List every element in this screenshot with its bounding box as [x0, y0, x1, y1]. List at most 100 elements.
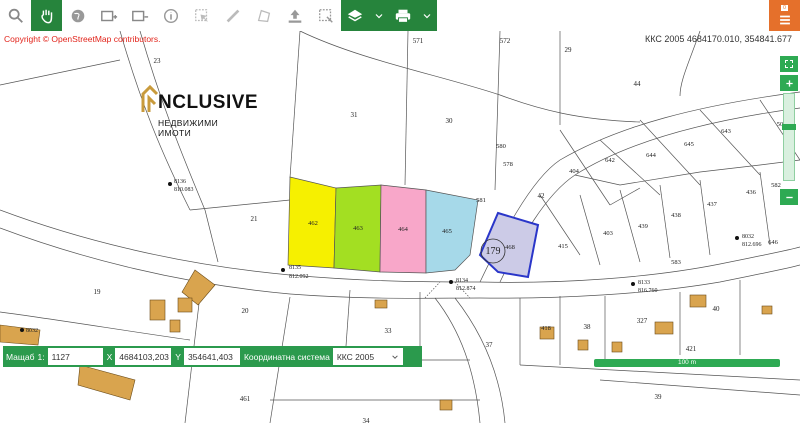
parcel-label: 571 [413, 37, 424, 45]
y-label: Y [175, 351, 181, 362]
measure-area-icon [257, 9, 270, 22]
elevation-point-value: 816.760 [638, 288, 658, 294]
elevation-point-id: 8032 [26, 328, 38, 334]
measure-area-button[interactable] [248, 0, 279, 31]
parcel-label: 583 [671, 259, 681, 266]
parcel-label: 465 [442, 228, 452, 235]
add-layer-button[interactable] [93, 0, 124, 31]
zoom-out-button[interactable] [780, 189, 798, 205]
parcel-label: 464 [398, 226, 409, 233]
y-coordinate-input[interactable]: 354641,403 [183, 348, 240, 365]
parcel-label: 578 [503, 161, 513, 168]
building [169, 319, 181, 333]
zoom-slider-handle[interactable] [782, 124, 796, 130]
select-parcel-button[interactable] [186, 0, 217, 31]
parcel-label: 34 [363, 417, 371, 423]
scale-prefix: 1: [37, 351, 45, 362]
expand-icon [785, 60, 793, 68]
building [611, 341, 623, 353]
building [177, 297, 193, 313]
crs-select[interactable]: ККС 2005 [332, 348, 403, 365]
chevron-down-icon [392, 354, 398, 359]
scale-label: Мащаб [6, 351, 35, 362]
parcel-label: 33 [385, 327, 393, 335]
parcel-label: 462 [308, 220, 318, 227]
toolbar [0, 0, 800, 31]
parcel-label: 29 [565, 46, 573, 54]
elevation-point-id: 8134 [456, 278, 468, 284]
parcel-label: 572 [500, 37, 511, 45]
menu-button[interactable]: 0 [769, 0, 800, 31]
select-box-button[interactable] [310, 0, 341, 31]
menu-badge: 0 [781, 4, 788, 11]
info-icon [163, 8, 178, 23]
parcel-label: 42 [538, 192, 546, 200]
parcel-label: 30 [446, 117, 454, 125]
print-dropdown-button[interactable] [389, 0, 437, 31]
zoom-tool-button[interactable] [0, 0, 31, 31]
parcel-label: 40 [713, 305, 721, 313]
parcel-label: 37 [486, 341, 494, 349]
crs-select-value: ККС 2005 [336, 351, 375, 362]
logo-title: NCLUSIVE [158, 92, 259, 113]
upload-button[interactable] [279, 0, 310, 31]
building [577, 339, 589, 351]
zoom-icon [8, 8, 23, 23]
remove-layer-button[interactable] [124, 0, 155, 31]
scale-input[interactable]: 1127 [47, 348, 103, 365]
parcel-label: 437 [707, 201, 718, 208]
info-button[interactable] [155, 0, 186, 31]
elevation-point-id: 8032 [742, 234, 754, 240]
building [689, 294, 707, 308]
globe-button[interactable] [62, 0, 93, 31]
parcel-label: 645 [684, 141, 694, 148]
cursor-coordinates: ККС 2005 4684170.010, 354841.677 [644, 34, 792, 44]
parcel-label: 581 [476, 197, 486, 204]
parcel-label: 642 [605, 157, 615, 164]
zoom-slider[interactable] [782, 93, 796, 181]
parcel-label: 421 [686, 345, 697, 353]
parcel-label: 644 [646, 152, 657, 159]
add-layer-icon [100, 10, 117, 21]
parcel-label: 23 [154, 57, 162, 65]
parcel-label: 415 [558, 243, 568, 250]
fullscreen-button[interactable] [780, 56, 798, 72]
parcel-label: 403 [603, 230, 613, 237]
elevation-point-value: 812.092 [289, 274, 309, 280]
parcel-label: 468 [505, 244, 515, 251]
pan-tool-button[interactable] [31, 0, 62, 31]
chevron-down-icon [375, 13, 383, 18]
elevation-point-value: 812.696 [742, 242, 762, 248]
x-label: X [106, 351, 113, 362]
print-icon [395, 9, 411, 23]
select-box-icon [318, 8, 333, 23]
parcel-label: 327 [637, 317, 648, 325]
coordinate-bar: Мащаб 1: 1127 X 4684103,203 Y 354641,403… [3, 346, 422, 367]
building [761, 305, 773, 315]
elevation-point-value: 810.083 [174, 187, 194, 193]
zoom-in-button[interactable] [780, 75, 798, 91]
elevation-point-id: 8136 [174, 179, 186, 185]
measure-distance-button[interactable] [217, 0, 248, 31]
chevron-down-icon [423, 13, 431, 18]
globe-icon [71, 9, 84, 22]
building [374, 299, 388, 309]
measure-ruler-icon [226, 9, 239, 22]
building [654, 321, 674, 335]
x-coordinate-input[interactable]: 4684103,203 [115, 348, 172, 365]
house-logo-icon [141, 84, 159, 112]
select-parcel-icon [194, 8, 208, 22]
highlight-marker-label: 179 [486, 246, 501, 257]
scale-bar: 100 m [594, 359, 780, 367]
elevation-point-id: 8135 [289, 265, 301, 271]
elevation-point-value: 812.874 [456, 286, 476, 292]
logo: NCLUSIVE НЕДВИЖИМИ ИМОТИ [140, 82, 258, 138]
parcel-label: 19 [94, 288, 102, 296]
copyright-notice[interactable]: Copyright © OpenStreetMap contributors. [4, 34, 161, 44]
parcel-label: 38 [584, 323, 592, 331]
parcel-label: 418 [541, 325, 551, 332]
parcel-label: 404 [569, 168, 580, 175]
parcel-label: 439 [638, 223, 648, 230]
layers-dropdown-button[interactable] [341, 0, 389, 31]
parcel-label: 21 [251, 215, 259, 223]
